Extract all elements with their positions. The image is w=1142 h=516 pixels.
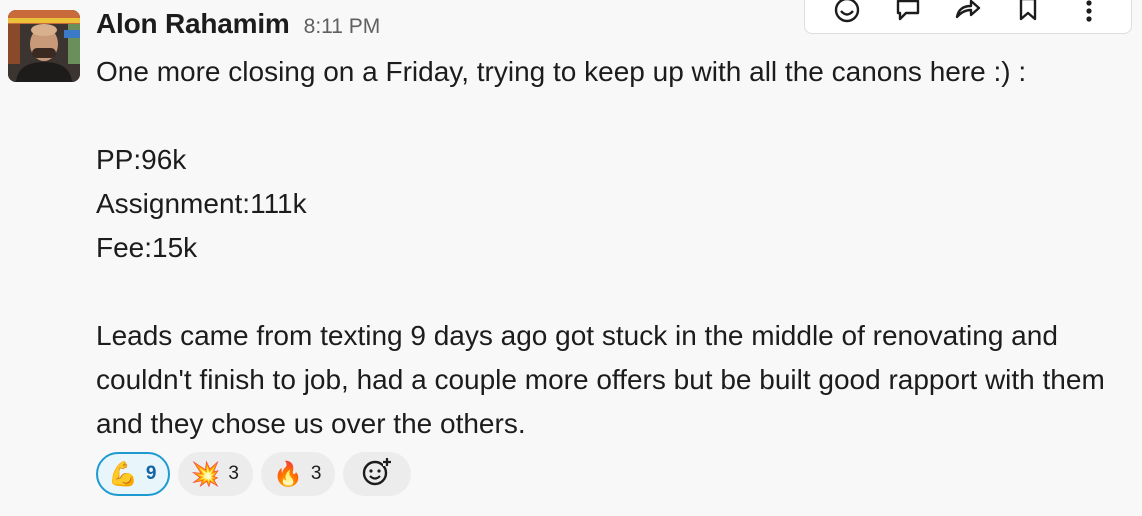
reaction-count: 3: [310, 463, 322, 484]
message-line: One more closing on a Friday, trying to …: [96, 56, 1027, 87]
add-reaction-icon: [361, 457, 393, 492]
reaction-count: 3: [228, 463, 239, 484]
message-line: Fee:15k: [96, 232, 198, 263]
reply-thread-icon[interactable]: [891, 0, 925, 27]
message: Alon Rahamim 8:11 PM One more closing on…: [0, 0, 1142, 516]
reaction-flexed-biceps[interactable]: 💪 9: [96, 452, 171, 496]
message-body: One more closing on a Friday, trying to …: [96, 50, 1126, 446]
message-header: Alon Rahamim 8:11 PM: [96, 8, 380, 44]
collision-icon: 💥: [190, 460, 221, 488]
message-line: Leads came from texting 9 days ago got s…: [96, 320, 1105, 439]
reaction-fire[interactable]: 🔥 3: [260, 452, 336, 496]
reaction-collision[interactable]: 💥 3: [178, 452, 253, 496]
bookmark-icon[interactable]: [1011, 0, 1045, 27]
share-icon[interactable]: [951, 0, 985, 27]
emoji-icon[interactable]: [830, 0, 864, 27]
message-line: PP:96k: [96, 144, 187, 175]
fire-icon: 🔥: [272, 460, 303, 488]
message-line: Assignment:111k: [96, 188, 307, 219]
avatar[interactable]: [8, 10, 80, 82]
add-reaction-button[interactable]: [343, 452, 412, 496]
more-actions-icon[interactable]: [1072, 0, 1106, 27]
author-name[interactable]: Alon Rahamim: [96, 8, 290, 40]
message-timestamp[interactable]: 8:11 PM: [304, 15, 381, 39]
flexed-biceps-icon: 💪: [108, 460, 138, 488]
reaction-count: 9: [145, 463, 157, 484]
reactions-bar: 💪 9 💥 3 🔥 3: [96, 452, 412, 496]
message-actions-toolbar: [804, 0, 1132, 34]
